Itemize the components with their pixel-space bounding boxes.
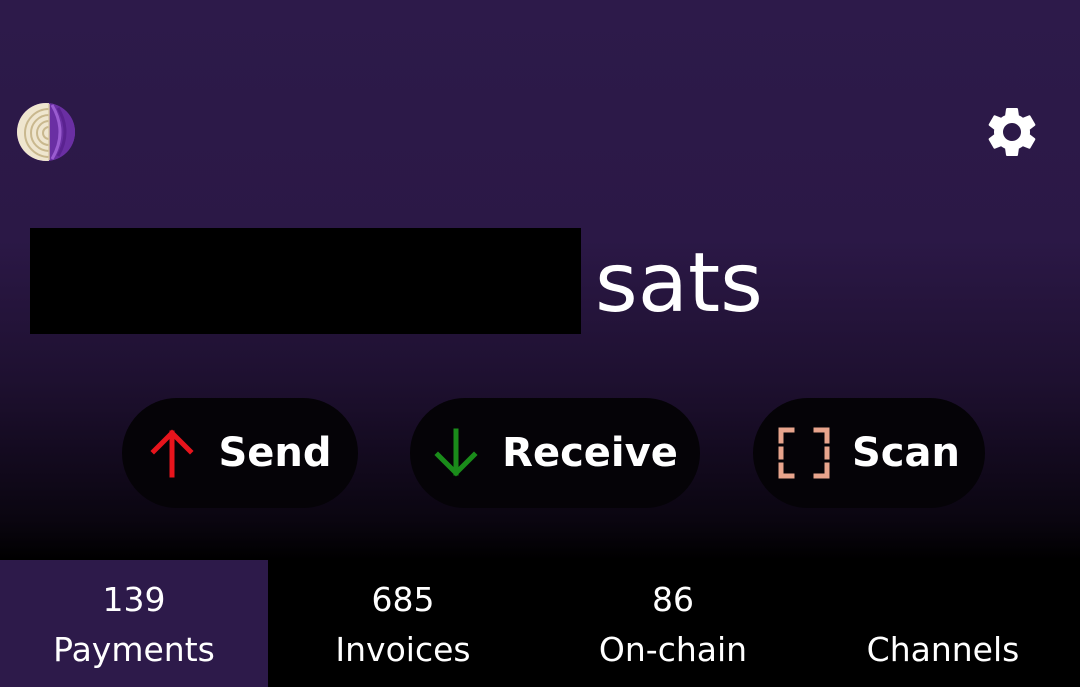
arrow-up-icon <box>148 427 196 479</box>
tab-on-chain[interactable]: 86 On-chain <box>538 560 808 687</box>
tab-payments[interactable]: 139 Payments <box>0 560 268 687</box>
tab-count: 86 <box>652 580 694 619</box>
scan-label: Scan <box>852 430 960 476</box>
tab-channels[interactable]: Channels <box>808 560 1078 687</box>
tab-invoices[interactable]: 685 Invoices <box>268 560 538 687</box>
gear-icon[interactable] <box>982 102 1042 162</box>
tab-label: Payments <box>53 630 215 669</box>
balance-amount-redacted <box>30 228 581 334</box>
scan-frame-icon <box>778 427 830 479</box>
receive-button[interactable]: Receive <box>410 398 700 508</box>
arrow-down-icon <box>432 427 480 479</box>
balance-unit: sats <box>595 236 763 331</box>
scan-button[interactable]: Scan <box>753 398 985 508</box>
send-button[interactable]: Send <box>122 398 358 508</box>
send-label: Send <box>218 430 332 476</box>
balance[interactable]: sats <box>30 228 763 334</box>
tab-count <box>808 560 1078 622</box>
bottom-tabs: 139 Payments 685 Invoices 86 On-chain Ch… <box>0 560 1080 687</box>
tor-onion-icon[interactable] <box>16 102 76 162</box>
receive-label: Receive <box>502 430 678 476</box>
wallet-screen: sats Send Receive Scan 139 Payments 685 … <box>0 0 1080 687</box>
tab-count: 685 <box>371 580 435 619</box>
tab-count: 139 <box>102 580 166 619</box>
tab-label: Invoices <box>335 630 471 669</box>
tab-label: On-chain <box>598 630 748 669</box>
tab-label: Channels <box>866 630 1020 669</box>
